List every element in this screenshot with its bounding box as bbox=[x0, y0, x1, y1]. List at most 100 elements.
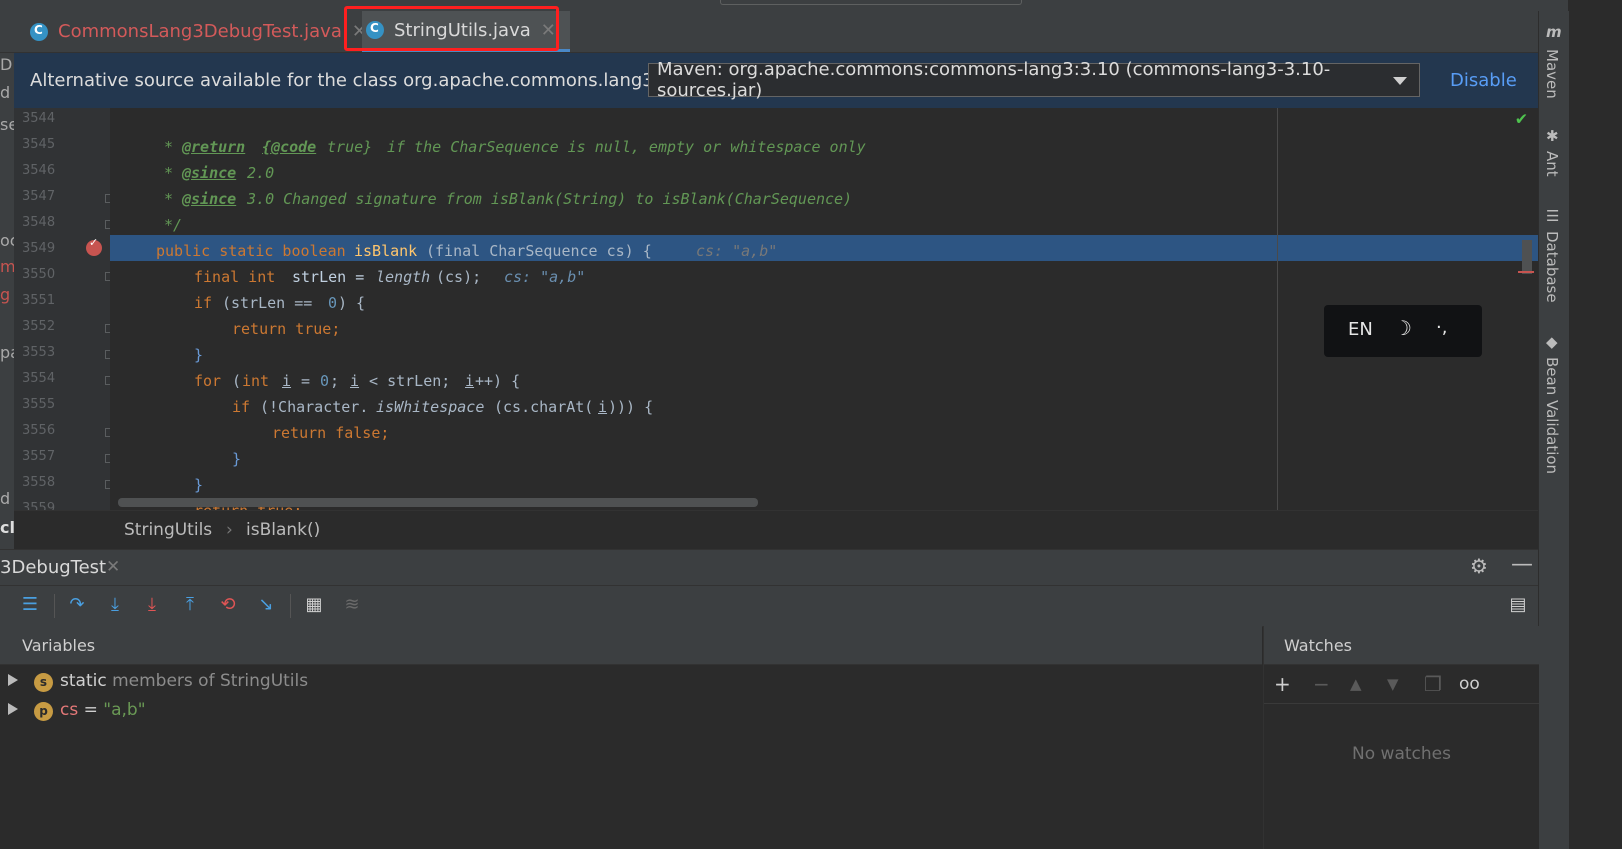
chevron-down-icon bbox=[1393, 77, 1407, 85]
debug-toolbar: ☰ ↷ ⤓ ⤓ ⤒ ⟲ ↘ ▦ ≋ ▤ bbox=[0, 585, 1538, 627]
code-line: * @return {@code true} if the CharSequenc… bbox=[110, 108, 1538, 156]
code-line: * @since 3.0 Changed signature from isBl… bbox=[110, 160, 1538, 208]
tool-window-ant[interactable]: Ant bbox=[1543, 151, 1561, 177]
ime-lang: EN bbox=[1348, 319, 1373, 340]
ant-icon: ✱ bbox=[1546, 127, 1559, 145]
static-badge-icon: s bbox=[34, 673, 53, 692]
line-number: 3546 bbox=[22, 163, 56, 178]
variable-label: static members of StringUtils bbox=[60, 671, 308, 691]
line-number: 3544 bbox=[22, 111, 56, 126]
close-icon[interactable]: ✕ bbox=[106, 557, 120, 577]
tool-window-database[interactable]: Database bbox=[1543, 231, 1561, 303]
punctuation-icon: ·, bbox=[1436, 317, 1448, 338]
variable-detail: members of StringUtils bbox=[106, 671, 309, 691]
trace-icon[interactable]: ≋ bbox=[341, 594, 363, 616]
step-into-icon[interactable]: ⤓ bbox=[104, 594, 126, 616]
top-strip bbox=[0, 0, 1568, 11]
code-line-current: final int strLen = length (cs); cs: "a,b" bbox=[110, 238, 1538, 286]
code-line: if (!Character. isWhitespace (cs.charAt(i)… bbox=[110, 368, 1538, 416]
disable-link[interactable]: Disable bbox=[1450, 70, 1517, 91]
breadcrumb-method[interactable]: isBlank() bbox=[246, 520, 320, 540]
frames-icon[interactable]: ☰ bbox=[19, 594, 41, 616]
horizontal-scrollbar[interactable] bbox=[118, 498, 758, 507]
step-out-icon[interactable]: ⤒ bbox=[179, 594, 201, 616]
tool-window-maven[interactable]: Maven bbox=[1543, 49, 1561, 99]
code-line: } bbox=[110, 420, 1538, 468]
left-panel-slice: Ddseocmgpadcl bbox=[0, 53, 14, 549]
duplicate-icon[interactable]: ❐ bbox=[1424, 672, 1442, 696]
ime-indicator: EN ☽ ·, bbox=[1324, 305, 1482, 357]
variable-row[interactable]: p cs = "a,b" bbox=[0, 698, 1262, 726]
code-line: } bbox=[110, 446, 1538, 494]
breadcrumb: StringUtils › isBlank() bbox=[14, 510, 1538, 549]
variable-value: "a,b" bbox=[103, 700, 146, 720]
expand-icon[interactable] bbox=[8, 674, 18, 686]
banner-text: Alternative source available for the cla… bbox=[30, 70, 708, 91]
debug-panel-header: 3DebugTest ✕ ⚙ — bbox=[0, 549, 1538, 586]
line-number: 3545 bbox=[22, 137, 56, 152]
watches-title: Watches bbox=[1284, 636, 1352, 655]
code-line: * @since 2.0 bbox=[110, 134, 1538, 182]
line-number: 3550 bbox=[22, 267, 56, 282]
minimize-icon[interactable]: — bbox=[1511, 552, 1533, 577]
parameter-badge-icon: p bbox=[34, 702, 53, 721]
check-icon: ✔ bbox=[1516, 108, 1527, 129]
variable-name: static bbox=[60, 671, 107, 691]
toolbar-separator bbox=[54, 594, 55, 618]
maven-icon: m bbox=[1546, 23, 1562, 41]
editor-tab-bar: CommonsLang3DebugTest.java ✕ StringUtils… bbox=[0, 11, 1568, 53]
run-to-cursor-icon[interactable]: ↘ bbox=[255, 594, 277, 616]
variables-title: Variables bbox=[22, 636, 96, 655]
line-number: 3552 bbox=[22, 319, 56, 334]
move-up-icon[interactable]: ▲ bbox=[1350, 675, 1362, 693]
code-line: */ bbox=[110, 186, 1538, 234]
tab-label: CommonsLang3DebugTest.java bbox=[58, 21, 342, 42]
layout-icon[interactable]: ▤ bbox=[1507, 594, 1529, 616]
chevron-right-icon: › bbox=[226, 520, 233, 540]
glasses-icon[interactable]: oo bbox=[1459, 674, 1480, 694]
code-line: public static boolean isBlank (final Char… bbox=[110, 212, 1538, 260]
add-icon[interactable]: + bbox=[1274, 672, 1291, 696]
evaluate-expression-icon[interactable]: ▦ bbox=[303, 594, 325, 616]
code-line: return true; bbox=[110, 472, 1538, 510]
line-number: 3555 bbox=[22, 397, 56, 412]
gear-icon[interactable]: ⚙ bbox=[1470, 554, 1488, 578]
line-number: 3549 bbox=[22, 241, 56, 256]
moon-icon: ☽ bbox=[1394, 316, 1412, 340]
variables-pane: Variables s static members of StringUtil… bbox=[0, 626, 1262, 849]
line-number: 3556 bbox=[22, 423, 56, 438]
highlight-annotation-box bbox=[344, 6, 559, 51]
expand-icon[interactable] bbox=[8, 703, 18, 715]
line-number: 3558 bbox=[22, 475, 56, 490]
breakpoint-icon[interactable] bbox=[86, 236, 102, 256]
source-select[interactable]: Maven: org.apache.commons:commons-lang3:… bbox=[648, 59, 1420, 101]
error-stripe-mark[interactable] bbox=[1518, 271, 1534, 273]
variable-eq: = bbox=[78, 700, 104, 720]
move-down-icon[interactable]: ▼ bbox=[1387, 675, 1399, 693]
variables-header: Variables bbox=[0, 626, 1262, 665]
code-line: if (strLen == 0) { bbox=[110, 264, 1538, 312]
tab-commonslang3debugtest[interactable]: CommonsLang3DebugTest.java ✕ bbox=[30, 11, 367, 52]
remove-icon[interactable]: − bbox=[1313, 672, 1330, 696]
line-number: 3548 bbox=[22, 215, 56, 230]
toolbar-separator bbox=[290, 594, 291, 618]
database-icon: ☰ bbox=[1546, 207, 1560, 225]
force-step-into-icon[interactable]: ⤓ bbox=[141, 594, 163, 616]
step-over-icon[interactable]: ↷ bbox=[66, 594, 88, 616]
java-class-icon bbox=[30, 22, 48, 41]
drop-frame-icon[interactable]: ⟲ bbox=[217, 594, 239, 616]
line-number: 3557 bbox=[22, 449, 56, 464]
alternative-source-banner: Alternative source available for the cla… bbox=[14, 53, 1538, 108]
right-tool-stripe: m Maven ✱ Ant ☰ Database ◆ Bean Validati… bbox=[1538, 11, 1569, 849]
vertical-scrollbar[interactable] bbox=[1522, 240, 1532, 274]
variable-row[interactable]: s static members of StringUtils bbox=[0, 669, 1262, 697]
tool-window-bean-validation[interactable]: Bean Validation bbox=[1543, 357, 1561, 474]
debug-session-tab[interactable]: 3DebugTest bbox=[0, 557, 106, 578]
breadcrumb-class[interactable]: StringUtils bbox=[124, 520, 212, 540]
variable-name: cs bbox=[60, 700, 79, 720]
code-line: return false; bbox=[110, 394, 1538, 442]
line-number: 3553 bbox=[22, 345, 56, 360]
editor-gutter: 3544 3545 3546 3547 3548 3549 3550 3551 … bbox=[14, 108, 114, 516]
line-number: 3551 bbox=[22, 293, 56, 308]
toolbar-edge bbox=[720, 0, 1022, 5]
